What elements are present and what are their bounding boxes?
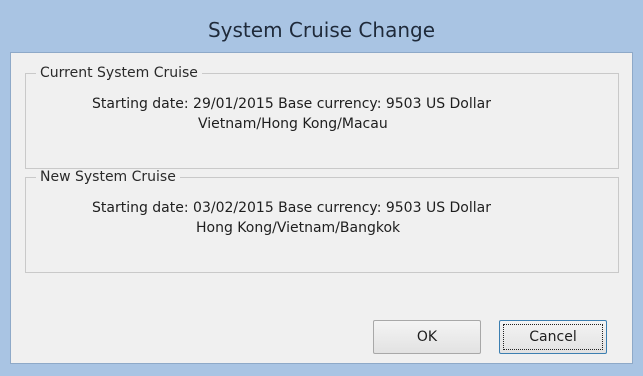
cancel-button[interactable]: Cancel [499, 320, 607, 354]
new-cruise-details: Starting date: 03/02/2015 Base currency:… [92, 200, 491, 216]
current-cruise-route: Vietnam/Hong Kong/Macau [198, 116, 388, 132]
title-bar[interactable]: System Cruise Change [10, 8, 633, 52]
ok-button[interactable]: OK [373, 320, 481, 354]
current-cruise-details: Starting date: 29/01/2015 Base currency:… [92, 96, 491, 112]
cancel-button-label: Cancel [529, 329, 577, 345]
new-system-cruise-group: New System Cruise Starting date: 03/02/2… [25, 169, 619, 273]
dialog-client-area: Current System Cruise Starting date: 29/… [10, 52, 633, 364]
new-system-cruise-label: New System Cruise [36, 169, 180, 185]
window-title: System Cruise Change [207, 18, 435, 42]
current-system-cruise-label: Current System Cruise [36, 65, 202, 81]
current-system-cruise-group: Current System Cruise Starting date: 29/… [25, 65, 619, 169]
system-cruise-change-window: System Cruise Change Current System Crui… [0, 0, 643, 376]
new-cruise-route: Hong Kong/Vietnam/Bangkok [196, 220, 401, 236]
ok-button-label: OK [416, 329, 438, 345]
